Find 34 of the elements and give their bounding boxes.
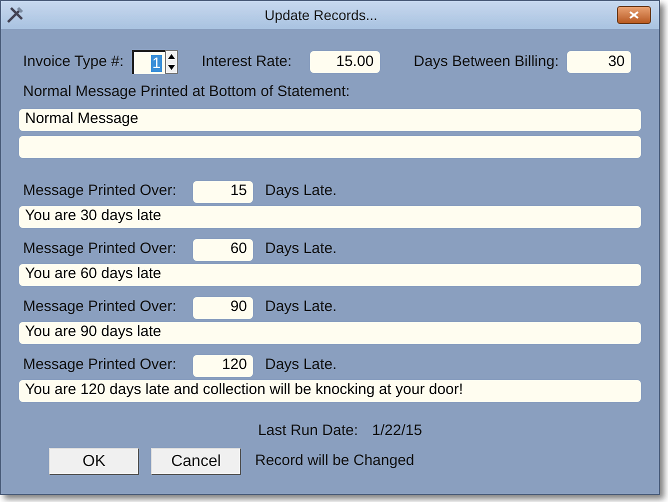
- message-field[interactable]: [19, 136, 641, 158]
- late-message-field[interactable]: You are 30 days late: [19, 206, 641, 228]
- last-run-date: 1/22/15: [372, 420, 422, 440]
- field-label: Days Late.: [265, 239, 337, 260]
- billing-days-field[interactable]: 30: [566, 51, 631, 73]
- late-message-field[interactable]: You are 60 days late: [19, 264, 641, 286]
- field-label: Message Printed Over:: [23, 181, 178, 202]
- status-text: Record will be Changed: [255, 451, 414, 472]
- field-label: Days Between Billing:: [414, 52, 559, 72]
- field-label: Interest Rate:: [202, 52, 292, 72]
- field-label: Invoice Type #:: [23, 52, 124, 72]
- field-label: Days Late.: [265, 297, 337, 318]
- cancel-button[interactable]: Cancel: [151, 448, 241, 475]
- field-label: Normal Message Printed at Bottom of Statement:: [23, 82, 351, 102]
- field-label: Days Late.: [265, 181, 337, 202]
- field-label: Message Printed Over:: [23, 355, 178, 376]
- window-title: Update Records...: [264, 6, 378, 25]
- field-label: Message Printed Over:: [23, 239, 178, 260]
- days-field[interactable]: 120: [193, 354, 253, 376]
- close-icon: [629, 11, 639, 19]
- field-label: Days Late.: [265, 355, 337, 376]
- message-field[interactable]: Normal Message: [19, 108, 641, 130]
- days-field[interactable]: 60: [193, 238, 253, 260]
- tools-icon: [5, 5, 25, 25]
- field-label: Message Printed Over:: [23, 297, 178, 318]
- late-message-field[interactable]: You are 90 days late: [19, 322, 641, 344]
- close-button[interactable]: [617, 6, 651, 24]
- ok-button[interactable]: OK: [49, 448, 139, 475]
- late-message-field[interactable]: You are 120 days late and collection will be knocking at your door!: [19, 380, 641, 402]
- interest-rate-field[interactable]: 15.00: [310, 51, 380, 73]
- days-field[interactable]: 15: [193, 180, 253, 202]
- last-run-label: Last Run Date:: [258, 420, 358, 440]
- days-field[interactable]: 90: [193, 296, 253, 318]
- spinner-value: 1: [151, 54, 162, 72]
